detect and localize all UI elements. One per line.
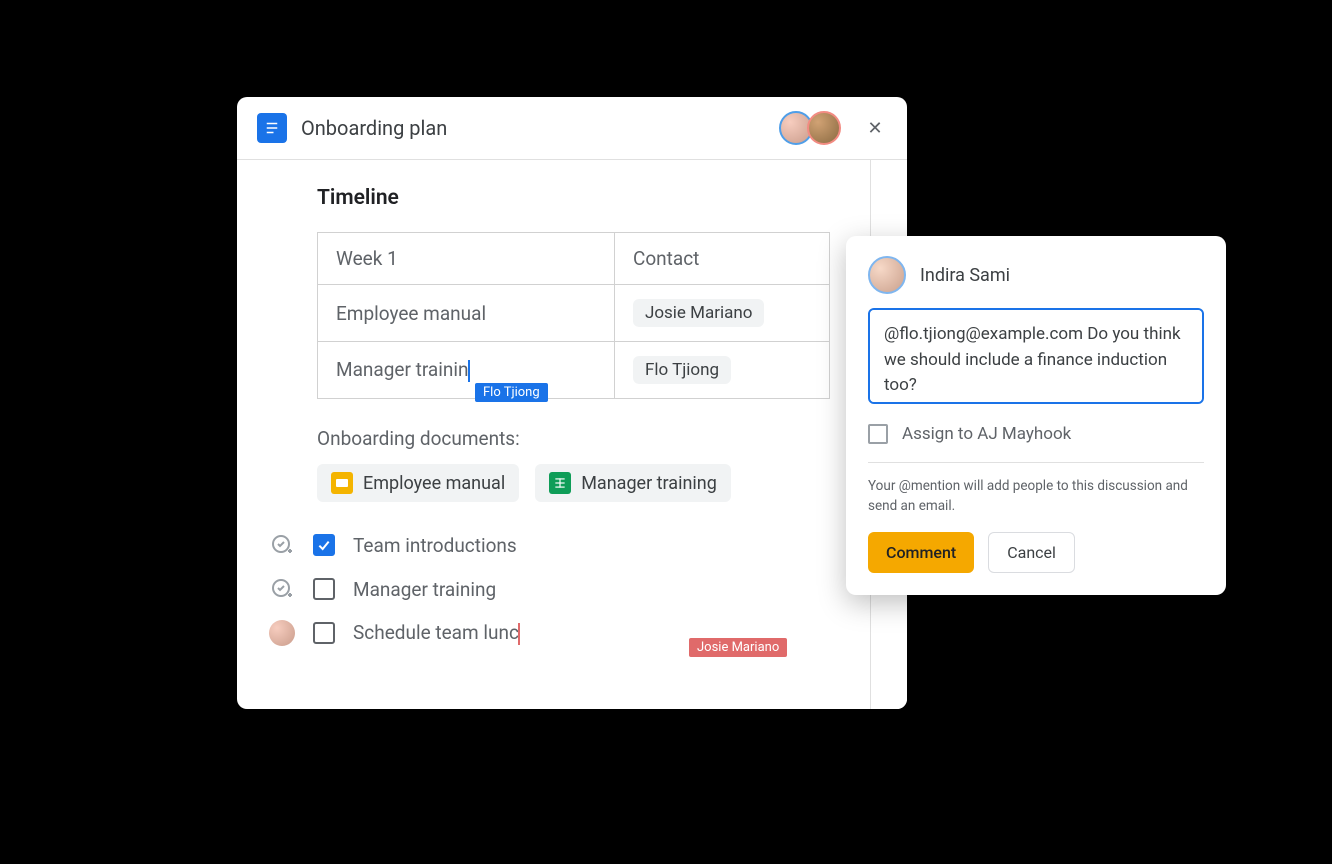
close-icon[interactable]: ✕ xyxy=(863,116,887,140)
presence-cursor-red xyxy=(518,623,520,645)
table-header-contact: Contact xyxy=(614,233,829,285)
table-header-week: Week 1 xyxy=(318,233,615,285)
checklist: Team introductions Manager training Sche… xyxy=(269,532,830,646)
timeline-table: Week 1 Contact Employee manual Josie Mar… xyxy=(317,232,830,399)
google-docs-icon xyxy=(257,113,287,143)
avatar-collaborator-2[interactable] xyxy=(807,111,841,145)
table-cell[interactable]: Josie Mariano xyxy=(614,285,829,342)
checklist-label: Team introductions xyxy=(353,534,517,557)
checklist-label-text: Schedule team lunc xyxy=(353,621,519,644)
presence-cursor-blue xyxy=(468,360,470,382)
comment-author-avatar xyxy=(868,256,906,294)
table-cell[interactable]: Employee manual xyxy=(318,285,615,342)
doc-chip-label: Manager training xyxy=(581,473,717,494)
comment-author-name: Indira Sami xyxy=(920,265,1010,286)
mention-help-text: Your @mention will add people to this di… xyxy=(868,477,1204,516)
contact-chip[interactable]: Josie Mariano xyxy=(633,299,765,327)
checkbox[interactable] xyxy=(313,578,335,600)
assign-row[interactable]: Assign to AJ Mayhook xyxy=(868,424,1204,463)
cancel-button[interactable]: Cancel xyxy=(988,532,1075,573)
presence-tag-red: Josie Mariano xyxy=(689,638,787,657)
assignee-avatar[interactable] xyxy=(269,620,295,646)
slides-icon xyxy=(331,472,353,494)
comment-header: Indira Sami xyxy=(868,256,1204,294)
assign-task-icon[interactable] xyxy=(269,576,295,602)
sheets-icon xyxy=(549,472,571,494)
doc-chip-slides[interactable]: Employee manual xyxy=(317,464,519,502)
document-content[interactable]: Timeline Week 1 Contact Employee manual … xyxy=(237,160,871,709)
table-cell[interactable]: Flo Tjiong xyxy=(614,342,829,399)
checklist-label: Manager training xyxy=(353,578,496,601)
checklist-label: Schedule team lunc xyxy=(353,621,520,645)
presence-tag-blue: Flo Tjiong xyxy=(475,383,548,402)
doc-chip-label: Employee manual xyxy=(363,473,505,494)
comment-input[interactable] xyxy=(868,308,1204,404)
comment-button[interactable]: Comment xyxy=(868,532,974,573)
checklist-row: Team introductions xyxy=(269,532,830,558)
assign-checkbox[interactable] xyxy=(868,424,888,444)
checklist-row: Manager training xyxy=(269,576,830,602)
checkbox[interactable] xyxy=(313,622,335,644)
comment-popup: Indira Sami Assign to AJ Mayhook Your @m… xyxy=(846,236,1226,595)
document-window: Onboarding plan ✕ Timeline Week 1 Contac… xyxy=(237,97,907,709)
assign-task-icon[interactable] xyxy=(269,532,295,558)
checkbox[interactable] xyxy=(313,534,335,556)
table-cell[interactable]: Manager trainin xyxy=(318,342,615,399)
table-row: Manager trainin Flo Tjiong xyxy=(318,342,830,399)
document-title[interactable]: Onboarding plan xyxy=(301,116,765,140)
cell-text: Manager trainin xyxy=(336,358,469,381)
document-header: Onboarding plan ✕ xyxy=(237,97,907,160)
table-header-row: Week 1 Contact xyxy=(318,233,830,285)
document-chips: Employee manual Manager training xyxy=(317,464,830,502)
doc-chip-sheets[interactable]: Manager training xyxy=(535,464,731,502)
collaborator-avatars xyxy=(779,111,841,145)
section-heading: Timeline xyxy=(317,186,830,210)
contact-chip[interactable]: Flo Tjiong xyxy=(633,356,731,384)
assign-label: Assign to AJ Mayhook xyxy=(902,424,1071,444)
subheading: Onboarding documents: xyxy=(317,427,830,450)
comment-actions: Comment Cancel xyxy=(868,532,1204,573)
document-body: Timeline Week 1 Contact Employee manual … xyxy=(237,160,907,709)
table-row: Employee manual Josie Mariano xyxy=(318,285,830,342)
